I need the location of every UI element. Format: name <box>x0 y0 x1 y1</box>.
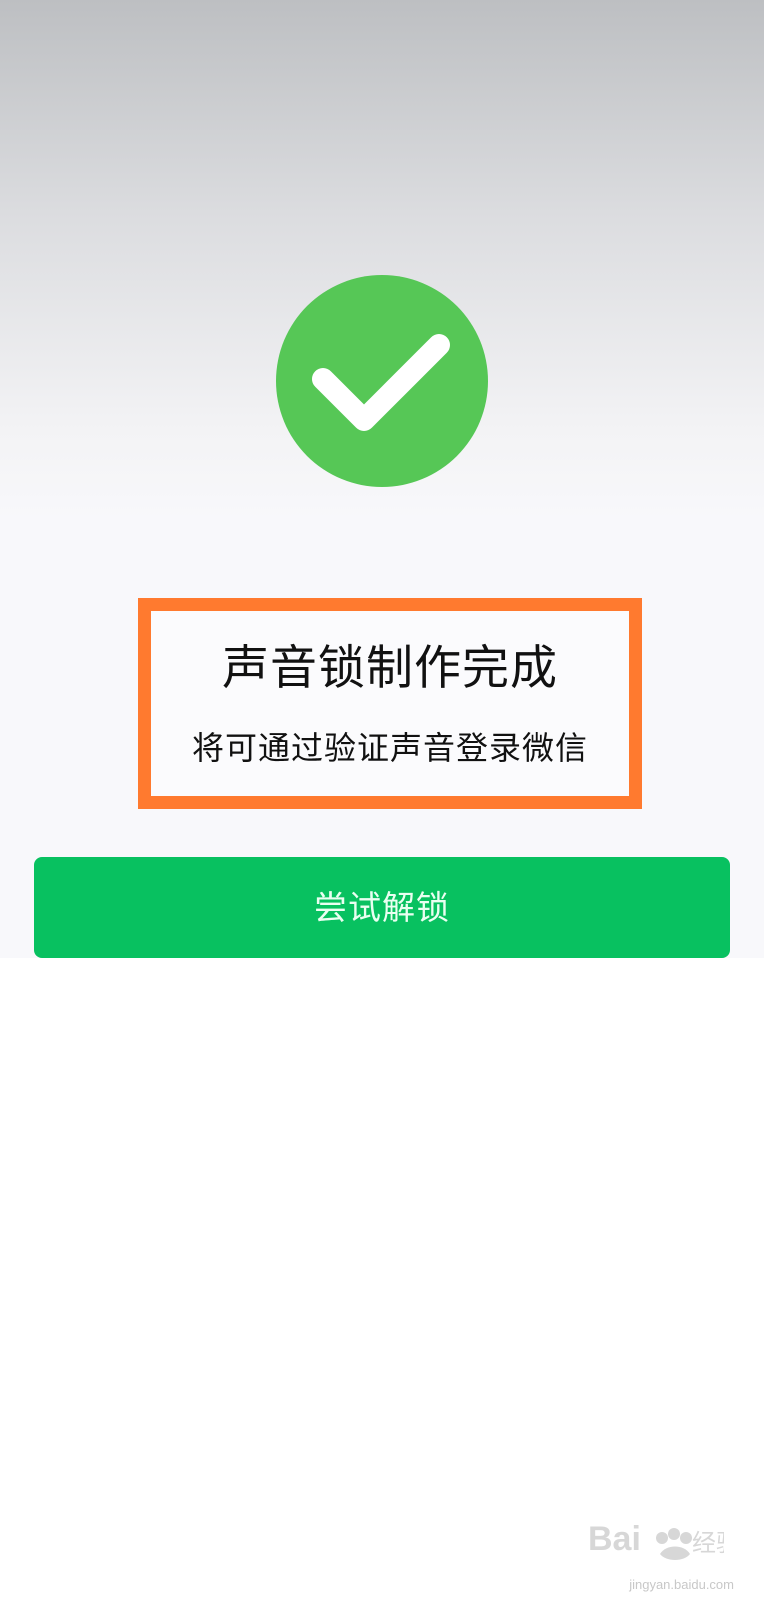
blank-lower-area <box>0 958 764 1600</box>
completion-message-highlight: 声音锁制作完成 将可通过验证声音登录微信 <box>138 598 642 809</box>
completion-title: 声音锁制作完成 <box>222 641 558 696</box>
success-check-icon <box>276 275 488 487</box>
baidu-jingyan-watermark: Bai 经验 <box>588 1520 740 1566</box>
watermark-url: jingyan.baidu.com <box>629 1577 734 1592</box>
completion-subtitle: 将可通过验证声音登录微信 <box>191 729 588 767</box>
svg-text:经验: 经验 <box>692 1529 724 1557</box>
svg-text:Bai: Bai <box>588 1520 641 1558</box>
try-unlock-button[interactable]: 尝试解锁 <box>34 857 730 958</box>
